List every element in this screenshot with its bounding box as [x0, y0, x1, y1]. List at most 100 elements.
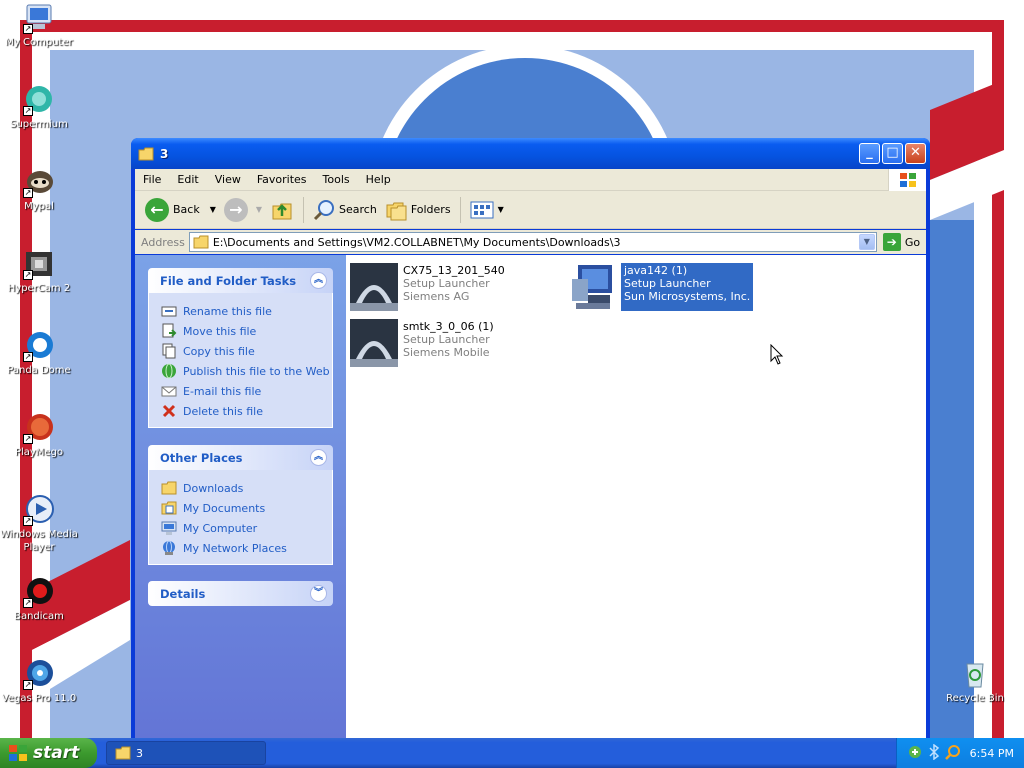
- toolbar-separator: [303, 196, 305, 223]
- place-my-documents[interactable]: My Documents: [161, 498, 332, 518]
- file-folder-tasks-header[interactable]: File and Folder Tasks ︽: [148, 268, 333, 293]
- details-header[interactable]: Details ︾: [148, 581, 333, 606]
- start-button[interactable]: start: [0, 738, 97, 768]
- menu-file[interactable]: File: [135, 173, 169, 186]
- task-email-file[interactable]: E-mail this file: [161, 381, 332, 401]
- maximize-icon: □: [886, 145, 899, 160]
- task-copy-file[interactable]: Copy this file: [161, 341, 332, 361]
- menu-help[interactable]: Help: [358, 173, 399, 186]
- task-label: Rename this file: [183, 304, 272, 318]
- views-button[interactable]: ▼: [466, 195, 508, 225]
- desktop-icon-my-computer[interactable]: ↗ My Computer: [0, 2, 78, 49]
- go-button[interactable]: ➔ Go: [882, 233, 920, 251]
- file-folder-tasks-panel: File and Folder Tasks ︽ Rename this file…: [148, 268, 333, 428]
- panel-title: Details: [160, 586, 206, 601]
- desktop: ↗ My Computer ↗ Supermium ↗ Mypal ↗ Hype…: [0, 0, 1024, 738]
- file-item-cx75[interactable]: CX75_13_201_540 Setup Launcher Siemens A…: [350, 263, 505, 311]
- window-title: 3: [160, 146, 169, 161]
- folder-icon: [161, 480, 177, 496]
- mypal-raccoon-icon: ↗: [23, 166, 55, 198]
- file-type: Setup Launcher: [624, 277, 711, 290]
- file-item-smtk[interactable]: smtk_3_0_06 (1) Setup Launcher Siemens M…: [350, 319, 494, 367]
- desktop-icon-windows-media-player[interactable]: ↗ Windows Media Player: [0, 494, 78, 554]
- task-publish-web[interactable]: Publish this file to the Web: [161, 361, 332, 381]
- place-my-computer[interactable]: My Computer: [161, 518, 332, 538]
- system-tray: 6:54 PM: [896, 738, 1024, 768]
- expand-chevron-icon[interactable]: ︾: [310, 585, 327, 602]
- forward-button[interactable]: → ▼: [220, 195, 266, 225]
- file-text: CX75_13_201_540 Setup Launcher Siemens A…: [403, 263, 505, 311]
- back-button[interactable]: ← Back ▼: [141, 195, 220, 225]
- collapse-chevron-icon[interactable]: ︽: [310, 272, 327, 289]
- taskbar-item-window[interactable]: 3: [106, 741, 266, 765]
- taskbar: start 3 6:54 PM: [0, 738, 1024, 768]
- menu-tools[interactable]: Tools: [315, 173, 358, 186]
- folders-icon: [386, 202, 407, 220]
- place-my-network-places[interactable]: My Network Places: [161, 538, 332, 558]
- title-bar[interactable]: 3 _ □ ✕: [131, 138, 930, 169]
- other-places-header[interactable]: Other Places ︽: [148, 445, 333, 470]
- documents-folder-icon: [161, 500, 177, 516]
- close-icon: ✕: [910, 145, 921, 160]
- playmego-icon: ↗: [23, 412, 55, 444]
- dropdown-arrow-icon[interactable]: ▼: [210, 205, 216, 214]
- up-folder-button[interactable]: [266, 195, 298, 225]
- desktop-icon-mypal[interactable]: ↗ Mypal: [0, 166, 78, 213]
- desktop-icon-supermium[interactable]: ↗ Supermium: [0, 84, 78, 131]
- file-name: java142 (1): [624, 264, 688, 277]
- place-label: My Computer: [183, 521, 258, 535]
- minimize-button[interactable]: _: [859, 143, 880, 164]
- menu-favorites[interactable]: Favorites: [249, 173, 315, 186]
- bluetooth-tray-icon[interactable]: [927, 743, 941, 763]
- collapse-chevron-icon[interactable]: ︽: [310, 449, 327, 466]
- desktop-icon-label: HyperCam 2: [7, 283, 71, 294]
- shortcut-arrow-icon: ↗: [23, 270, 33, 280]
- shortcut-arrow-icon: ↗: [23, 680, 33, 690]
- search-button[interactable]: Search: [309, 195, 381, 225]
- task-rename-file[interactable]: Rename this file: [161, 301, 332, 321]
- toolbar: ← Back ▼ → ▼ Search Folders ▼: [135, 191, 926, 229]
- desktop-icon-hypercam[interactable]: ↗ HyperCam 2: [0, 248, 78, 295]
- desktop-icon-recycle-bin[interactable]: Recycle Bin: [936, 658, 1014, 705]
- shortcut-arrow-icon: ↗: [23, 516, 33, 526]
- file-text: smtk_3_0_06 (1) Setup Launcher Siemens M…: [403, 319, 494, 367]
- desktop-icon-vegas-pro[interactable]: ↗ Vegas Pro 11.0: [0, 658, 78, 705]
- shortcut-arrow-icon: ↗: [23, 24, 33, 34]
- place-label: My Documents: [183, 501, 266, 515]
- desktop-icon-label: PlayMego: [14, 447, 64, 458]
- maximize-button[interactable]: □: [882, 143, 903, 164]
- task-delete-file[interactable]: Delete this file: [161, 401, 332, 421]
- delete-x-icon: [161, 403, 177, 419]
- task-label: Publish this file to the Web: [183, 364, 330, 378]
- task-label: Copy this file: [183, 344, 255, 358]
- task-move-file[interactable]: Move this file: [161, 321, 332, 341]
- menu-edit[interactable]: Edit: [169, 173, 206, 186]
- close-button[interactable]: ✕: [905, 143, 926, 164]
- email-icon: [161, 383, 177, 399]
- menu-view[interactable]: View: [207, 173, 249, 186]
- forward-arrow-icon: →: [223, 197, 248, 222]
- network-tray-icon[interactable]: [907, 744, 923, 763]
- shortcut-arrow-icon: ↗: [23, 188, 33, 198]
- minimize-icon: _: [866, 145, 873, 160]
- address-value: E:\Documents and Settings\VM2.COLLABNET\…: [212, 235, 621, 249]
- clock[interactable]: 6:54 PM: [970, 747, 1014, 760]
- folder-icon: [115, 746, 131, 760]
- address-label: Address: [141, 235, 185, 249]
- desktop-icon-panda-dome[interactable]: ↗ Panda Dome: [0, 330, 78, 377]
- search-tray-icon[interactable]: [945, 744, 961, 763]
- vegas-pro-icon: ↗: [23, 658, 55, 690]
- task-label: E-mail this file: [183, 384, 262, 398]
- copy-icon: [161, 343, 177, 359]
- file-item-java142[interactable]: java142 (1) Setup Launcher Sun Microsyst…: [568, 263, 754, 311]
- folders-button[interactable]: Folders: [381, 195, 455, 225]
- file-text: java142 (1) Setup Launcher Sun Microsyst…: [621, 263, 754, 311]
- explorer-window[interactable]: 3 _ □ ✕ File Edit View Favorites Tools H…: [131, 138, 930, 738]
- desktop-icon-playmego[interactable]: ↗ PlayMego: [0, 412, 78, 459]
- address-input[interactable]: E:\Documents and Settings\VM2.COLLABNET\…: [188, 232, 877, 252]
- place-downloads[interactable]: Downloads: [161, 478, 332, 498]
- java-setup-icon: [568, 263, 616, 311]
- address-dropdown-icon[interactable]: ▼: [858, 234, 875, 250]
- desktop-icon-bandicam[interactable]: ↗ Bandicam: [0, 576, 78, 623]
- panel-title: Other Places: [160, 450, 243, 465]
